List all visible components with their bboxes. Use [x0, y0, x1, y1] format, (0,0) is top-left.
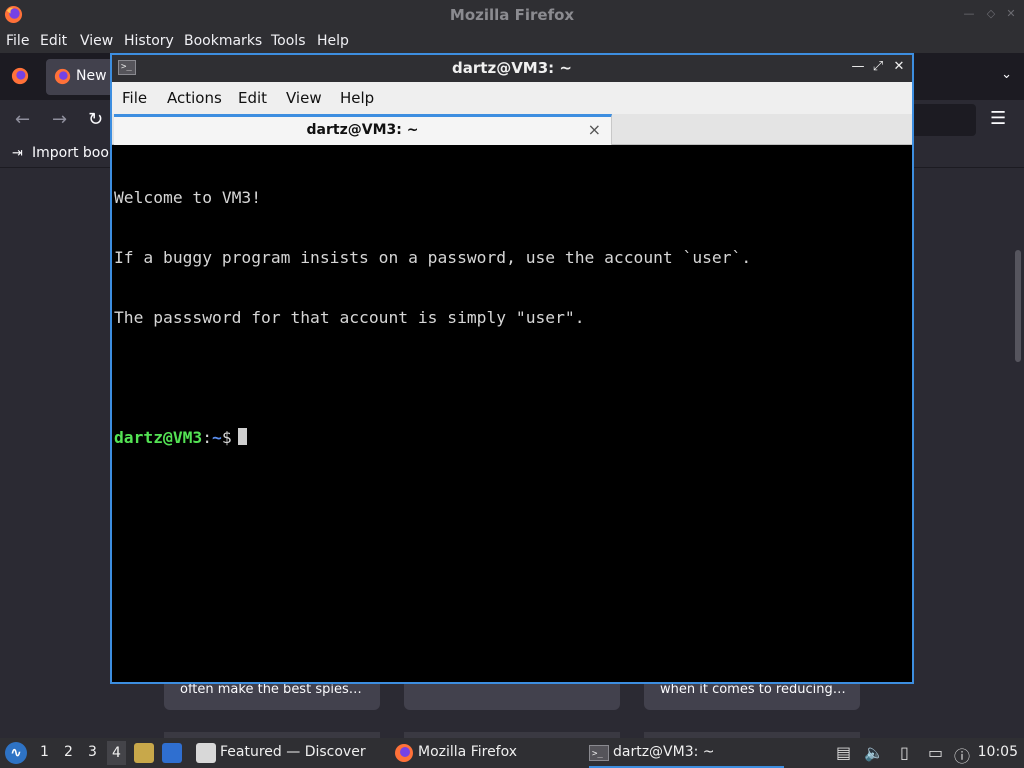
- terminal-window[interactable]: >_ dartz@VM3: ~ — ⤢ ✕ File Actions Edit …: [110, 53, 914, 684]
- terminal-titlebar[interactable]: >_ dartz@VM3: ~ — ⤢ ✕: [112, 55, 912, 82]
- workspace-4[interactable]: 4: [107, 741, 126, 765]
- menu-view[interactable]: View: [286, 89, 322, 107]
- close-tab-icon[interactable]: ×: [588, 120, 601, 139]
- network-icon[interactable]: ▭: [928, 743, 943, 762]
- text-cursor: [237, 428, 247, 445]
- task-label: Mozilla Firefox: [418, 744, 518, 760]
- prompt-separator: :: [202, 428, 213, 447]
- prompt-path: ~: [212, 428, 222, 447]
- taskbar: ∿ 1 2 3 4 Featured — Discover Mozilla Fi…: [0, 738, 1024, 768]
- terminal-tab[interactable]: dartz@VM3: ~ ×: [114, 114, 612, 145]
- maximize-icon[interactable]: ◇: [984, 7, 998, 21]
- url-bar[interactable]: [910, 104, 976, 136]
- app-launcher-icon[interactable]: ∿: [5, 742, 27, 764]
- terminal-tabbar: dartz@VM3: ~ ×: [112, 114, 912, 145]
- firefox-window-title: Mozilla Firefox: [449, 6, 575, 24]
- terminal-icon: >_: [589, 745, 609, 761]
- task-label: Featured — Discover: [220, 744, 366, 760]
- task-terminal[interactable]: >_ dartz@VM3: ~: [589, 738, 784, 768]
- task-label: dartz@VM3: ~: [613, 744, 715, 760]
- terminal-line: If a buggy program insists on a password…: [114, 248, 752, 267]
- firefox-titlebar[interactable]: Mozilla Firefox — ◇ ✕: [0, 0, 1024, 29]
- chevron-down-icon[interactable]: ⌄: [1001, 67, 1012, 82]
- menu-tools[interactable]: Tools: [271, 33, 306, 49]
- menu-edit[interactable]: Edit: [40, 33, 67, 49]
- workspace-3[interactable]: 3: [88, 744, 97, 760]
- hamburger-menu-icon[interactable]: ☰: [990, 108, 1006, 129]
- minimize-icon[interactable]: —: [850, 59, 866, 74]
- close-icon[interactable]: ✕: [1004, 7, 1018, 21]
- terminal-prompt: dartz@VM3:~$: [114, 428, 910, 448]
- workspace-1[interactable]: 1: [40, 744, 49, 760]
- task-firefox[interactable]: Mozilla Firefox: [394, 738, 574, 768]
- terminal-line: Welcome to VM3!: [114, 188, 262, 207]
- forward-icon[interactable]: →: [52, 109, 67, 130]
- volume-icon[interactable]: 🔈: [864, 743, 884, 762]
- firefox-menubar: File Edit View History Bookmarks Tools H…: [0, 29, 1024, 53]
- terminal-menubar: File Actions Edit View Help: [112, 82, 912, 114]
- tab-label: New: [76, 68, 107, 84]
- clock[interactable]: 10:05: [978, 744, 1018, 760]
- close-icon[interactable]: ✕: [891, 59, 907, 74]
- story-card-text: often make the best spies…: [180, 682, 362, 697]
- story-card[interactable]: [404, 680, 620, 710]
- menu-edit[interactable]: Edit: [238, 89, 267, 107]
- firefox-icon: [395, 744, 413, 762]
- back-icon[interactable]: ←: [15, 109, 30, 130]
- story-card[interactable]: when it comes to reducing…: [644, 680, 860, 710]
- prompt-user-host: dartz@VM3: [114, 428, 203, 447]
- menu-view[interactable]: View: [80, 33, 113, 49]
- terminal-output[interactable]: Welcome to VM3! If a buggy program insis…: [114, 148, 910, 682]
- discover-icon: [196, 743, 216, 763]
- prompt-symbol: $: [221, 428, 232, 447]
- notifications-icon[interactable]: ⓘ: [954, 743, 970, 767]
- menu-help[interactable]: Help: [317, 33, 349, 49]
- terminal-window-title: dartz@VM3: ~: [452, 59, 572, 77]
- story-card[interactable]: often make the best spies…: [164, 680, 380, 710]
- desktop-icon[interactable]: [162, 743, 182, 763]
- menu-file[interactable]: File: [6, 33, 29, 49]
- file-manager-icon[interactable]: [134, 743, 154, 763]
- menu-file[interactable]: File: [122, 89, 147, 107]
- terminal-tab-label: dartz@VM3: ~: [306, 122, 419, 138]
- maximize-icon[interactable]: ⤢: [870, 59, 886, 74]
- firefox-icon: [54, 68, 71, 85]
- firefox-view-icon[interactable]: [11, 67, 29, 85]
- menu-actions[interactable]: Actions: [167, 89, 222, 107]
- menu-history[interactable]: History: [124, 33, 174, 49]
- import-bookmarks-link[interactable]: Import book: [32, 145, 117, 161]
- story-card-text: when it comes to reducing…: [660, 682, 846, 697]
- task-discover[interactable]: Featured — Discover: [196, 738, 376, 768]
- reload-icon[interactable]: ↻: [88, 109, 103, 130]
- clipboard-icon[interactable]: ▤: [836, 743, 851, 762]
- scrollbar[interactable]: [1015, 250, 1021, 362]
- minimize-icon[interactable]: —: [962, 7, 976, 21]
- terminal-line: The passsword for that account is simply…: [114, 308, 585, 327]
- notes-icon[interactable]: ▯: [900, 743, 909, 762]
- menu-help[interactable]: Help: [340, 89, 374, 107]
- import-icon: ⇥: [12, 146, 23, 161]
- workspace-2[interactable]: 2: [64, 744, 73, 760]
- menu-bookmarks[interactable]: Bookmarks: [184, 33, 262, 49]
- desktop: Mozilla Firefox — ◇ ✕ File Edit View His…: [0, 0, 1024, 768]
